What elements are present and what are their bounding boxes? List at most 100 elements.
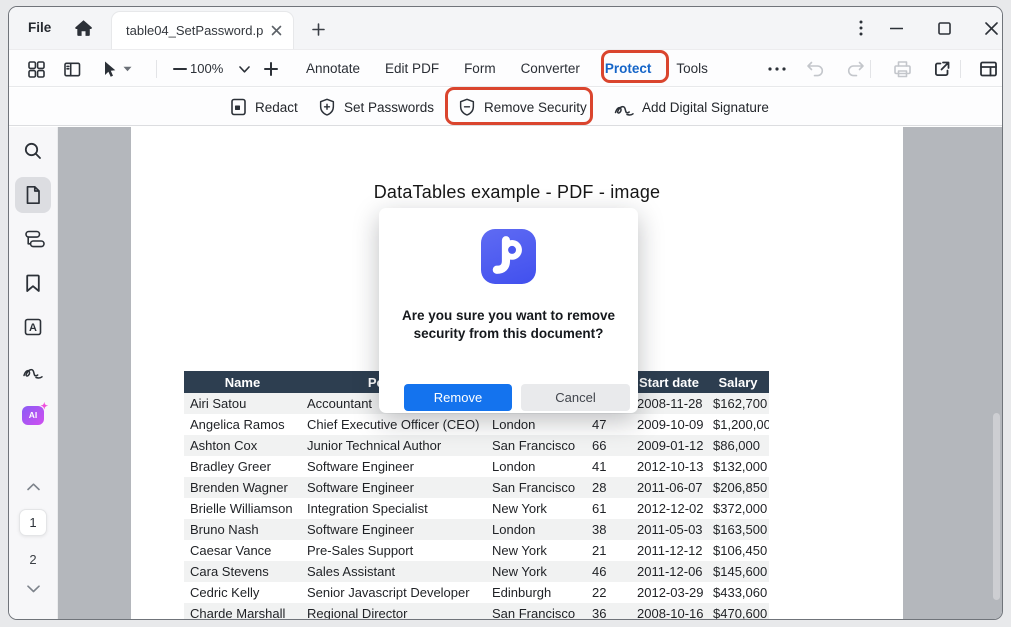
remove-security-dialog: Are you sure you want to remove security… [379,208,638,413]
table-cell: 2012-12-02 [631,498,707,519]
zoom-caret-icon[interactable] [231,57,257,81]
table-cell: $372,000 [707,498,769,519]
side-panel-icon[interactable] [59,57,85,81]
table-cell: Senior Javascript Developer [301,582,486,603]
cursor-icon[interactable] [97,57,135,81]
table-cell: $106,450 [707,540,769,561]
table-cell: Pre-Sales Support [301,540,486,561]
tab-edit-pdf[interactable]: Edit PDF [385,50,439,88]
home-icon[interactable] [73,16,99,40]
table-row: Charde MarshallRegional DirectorSan Fran… [184,603,769,620]
table-cell: 2011-05-03 [631,519,707,540]
shield-minus-icon [457,97,477,117]
new-tab-icon[interactable] [307,18,329,40]
pdf-document-title: DataTables example - PDF - image [131,182,903,203]
kebab-menu-icon[interactable] [847,15,875,41]
table-cell: 61 [586,498,631,519]
vertical-scrollbar[interactable] [993,413,1000,600]
table-cell: $86,000 [707,435,769,456]
window-close-icon[interactable] [977,15,1003,41]
tab-annotate[interactable]: Annotate [306,50,360,88]
page-number-1[interactable]: 1 [19,509,47,536]
redact-button[interactable]: Redact [229,88,298,126]
page-down-icon[interactable] [21,579,45,599]
table-cell: $470,600 [707,603,769,620]
add-digital-signature-button[interactable]: Add Digital Signature [613,88,769,126]
col-header-name: Name [184,371,301,393]
table-row: Ashton CoxJunior Technical AuthorSan Fra… [184,435,769,456]
divider [960,60,961,78]
table-cell: Brenden Wagner [184,477,301,498]
print-icon[interactable] [889,57,915,81]
tab-close-icon[interactable] [267,22,285,40]
table-cell: 22 [586,582,631,603]
zoom-level[interactable]: 100% [190,50,223,88]
table-cell: 41 [586,456,631,477]
table-cell: New York [486,561,586,582]
table-cell: San Francisco [486,435,586,456]
table-cell: 28 [586,477,631,498]
table-cell: Airi Satou [184,393,301,414]
tab-converter[interactable]: Converter [521,50,580,88]
search-icon[interactable] [15,133,51,169]
table-cell: Angelica Ramos [184,414,301,435]
file-menu[interactable]: File [28,7,51,49]
maximize-icon[interactable] [930,15,958,41]
redo-icon[interactable] [842,57,868,81]
zoom-in-icon[interactable] [258,57,284,81]
table-cell: New York [486,498,586,519]
undo-icon[interactable] [802,57,828,81]
minimize-icon[interactable] [882,15,910,41]
svg-text:A: A [29,322,37,334]
tab-tools[interactable]: Tools [676,50,708,88]
col-header-start-date: Start date [631,371,707,393]
table-cell: Caesar Vance [184,540,301,561]
tab-form[interactable]: Form [464,50,496,88]
table-cell: Bradley Greer [184,456,301,477]
digital-signature-icon [613,97,635,117]
table-cell: San Francisco [486,477,586,498]
table-cell: 2011-06-07 [631,477,707,498]
table-cell: $1,200,000 [707,414,769,435]
export-icon[interactable] [929,57,955,81]
outline-icon[interactable] [15,221,51,257]
page-number-2[interactable]: 2 [29,547,36,571]
table-cell: Edinburgh [486,582,586,603]
table-row: Brenden WagnerSoftware EngineerSan Franc… [184,477,769,498]
table-cell: 46 [586,561,631,582]
table-row: Bruno NashSoftware EngineerLondon382011-… [184,519,769,540]
table-cell: Software Engineer [301,456,486,477]
table-cell: 2012-10-13 [631,456,707,477]
table-cell: Charde Marshall [184,603,301,620]
remove-security-button[interactable]: Remove Security [457,88,587,126]
set-passwords-button[interactable]: Set Passwords [317,88,434,126]
table-cell: Sales Assistant [301,561,486,582]
tab-title: table04_SetPassword.pdf [126,23,263,38]
page-thumbnails-icon[interactable] [15,177,51,213]
table-cell: $163,500 [707,519,769,540]
table-cell: Ashton Cox [184,435,301,456]
page-up-icon[interactable] [21,477,45,497]
remove-button[interactable]: Remove [404,384,512,411]
table-cell: London [486,519,586,540]
layout-icon[interactable] [975,57,1001,81]
table-cell: Brielle Williamson [184,498,301,519]
table-cell: 21 [586,540,631,561]
ellipsis-icon[interactable] [764,57,790,81]
table-cell: $145,600 [707,561,769,582]
bookmark-icon[interactable] [15,265,51,301]
table-cell: $132,000 [707,456,769,477]
tab-protect[interactable]: Protect [605,50,652,88]
main-toolbar: 100% Annotate Edit PDF Form Converter Pr… [9,49,1002,87]
table-row: Brielle WilliamsonIntegration Specialist… [184,498,769,519]
table-cell: 66 [586,435,631,456]
grid-view-icon[interactable] [23,57,49,81]
col-header-salary: Salary [707,371,769,393]
signature-icon[interactable] [15,353,51,389]
document-tab[interactable]: table04_SetPassword.pdf [111,11,294,49]
ai-assistant-icon[interactable]: AI✦ [15,397,51,433]
table-cell: Chief Executive Officer (CEO) [301,414,486,435]
text-box-icon[interactable]: A [15,309,51,345]
cancel-button[interactable]: Cancel [521,384,630,411]
table-cell: Software Engineer [301,519,486,540]
